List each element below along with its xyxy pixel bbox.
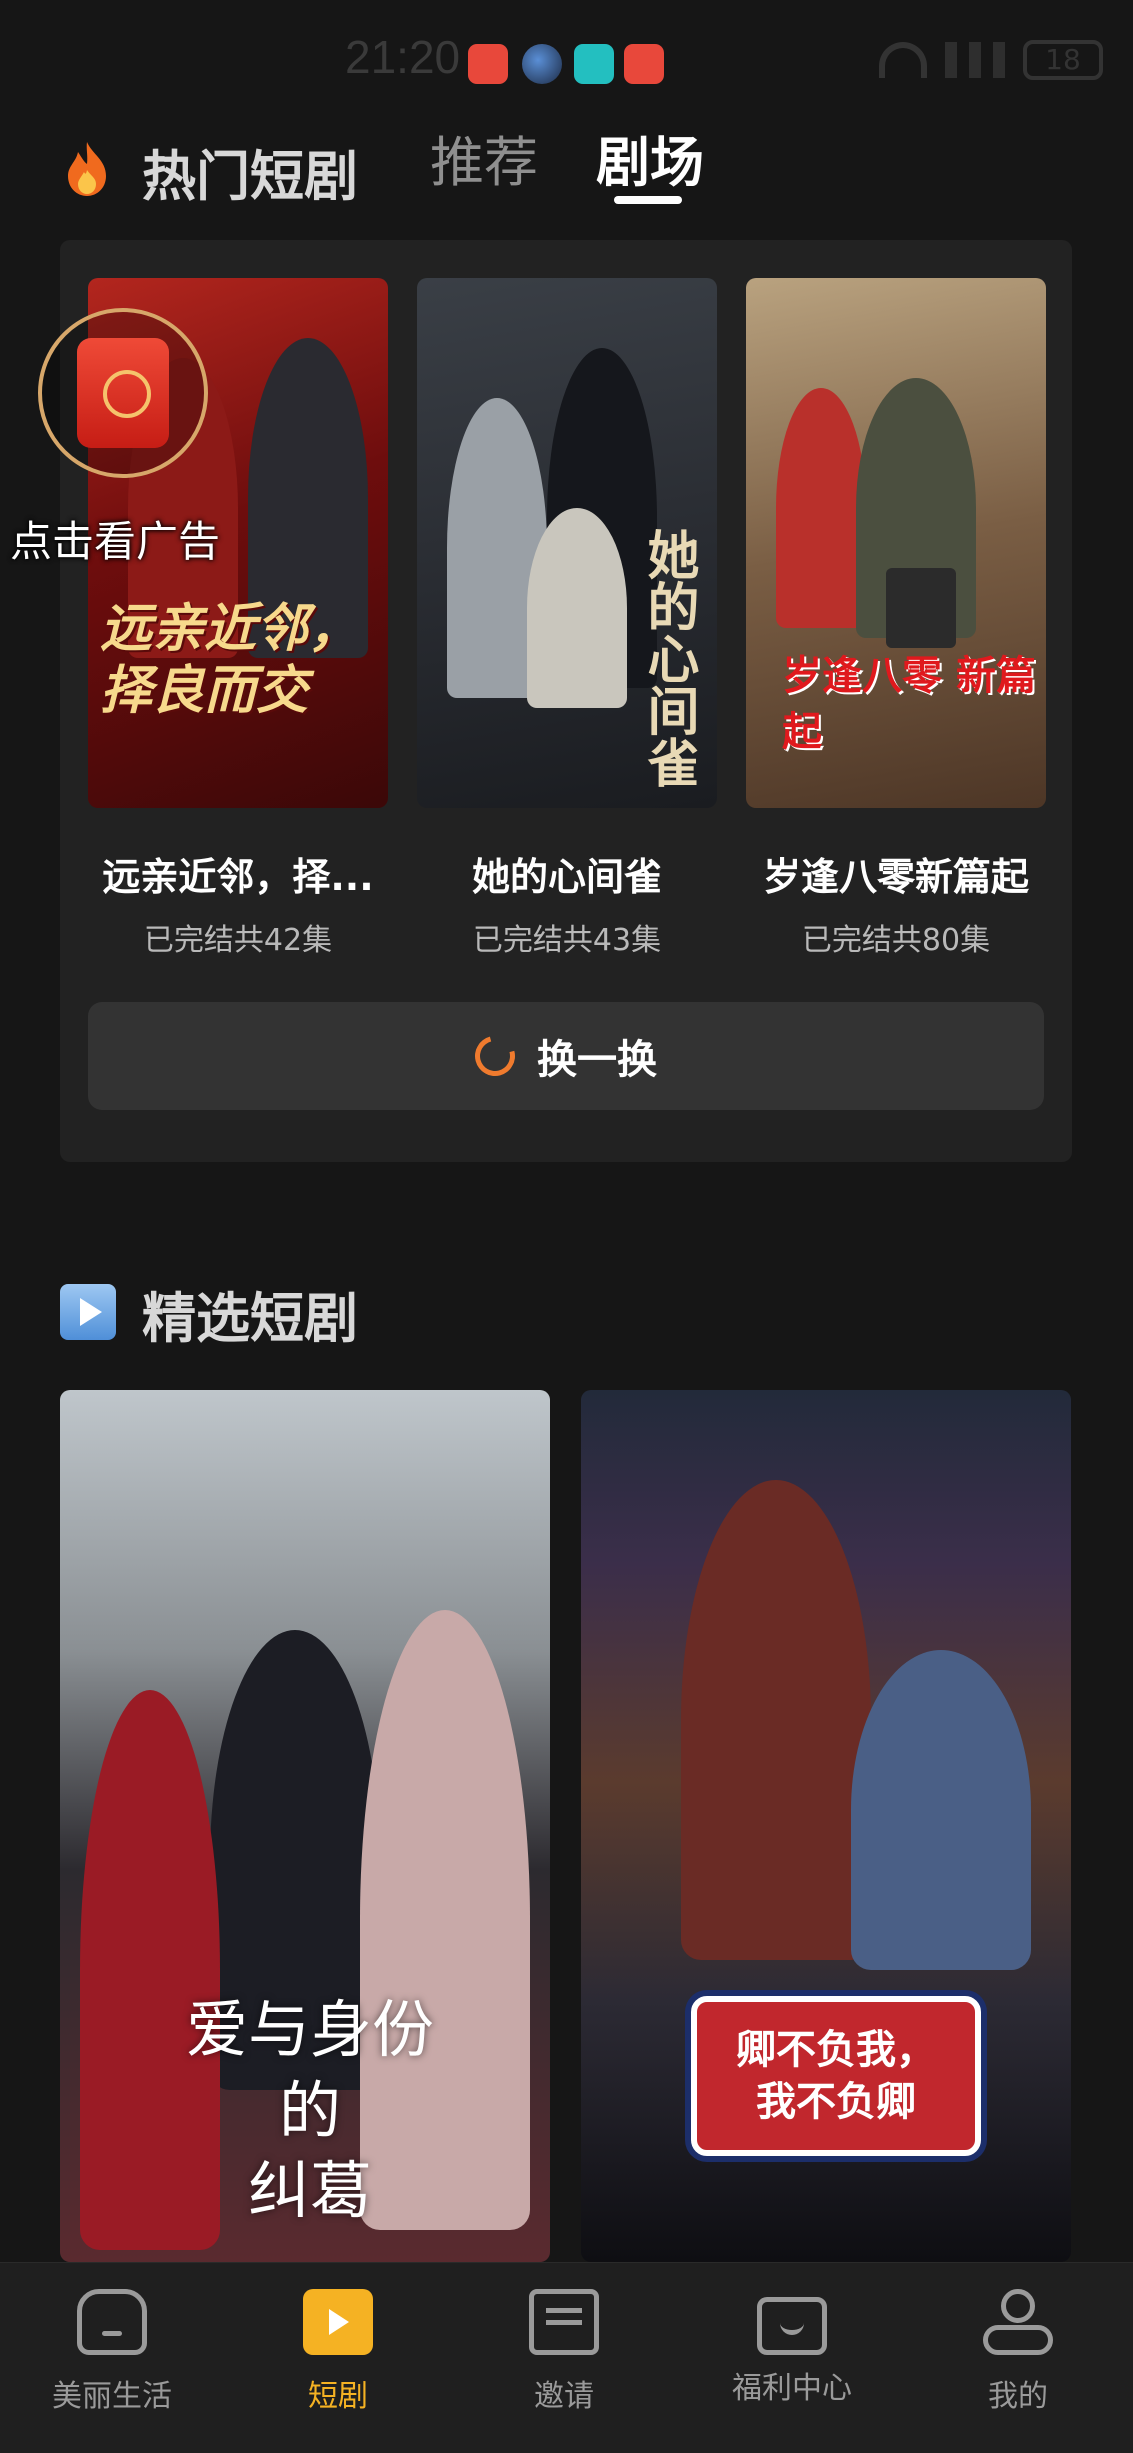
red-envelope-ad-button[interactable]: [38, 308, 208, 478]
poster-figure: [851, 1650, 1031, 1970]
poster-figure: [886, 568, 956, 648]
status-time: 21:20: [345, 31, 461, 83]
drama-title: 岁逢八零新篇起: [762, 855, 1029, 899]
featured-header: 精选短剧: [0, 1270, 1133, 1350]
section-title-hot: 热门短剧: [142, 145, 358, 208]
tab-theater[interactable]: 剧场: [596, 118, 704, 197]
poster-title-badge: 卿不负我， 我不负卿: [691, 1996, 981, 2156]
gift-icon: [757, 2297, 827, 2355]
drama-title: 她的心间雀: [471, 855, 662, 899]
section-title-featured: 精选短剧: [142, 1287, 358, 1350]
play-icon: [60, 1284, 116, 1340]
notification-app-icon: [522, 44, 562, 84]
poster-title-art: 爱与身份 的 纠葛: [120, 1990, 500, 2232]
drama-title: 远亲近邻，择...: [102, 855, 374, 899]
drama-card[interactable]: 岁逢八零 新篇起 岁逢八零新篇起 已完结共80集: [746, 278, 1046, 959]
nav-label: 我的: [988, 2379, 1048, 2414]
nav-item-beautiful-life[interactable]: 美丽生活: [12, 2289, 212, 2415]
drama-episode-status: 已完结共42集: [143, 923, 333, 958]
poster-title-line: 卿不负我，: [736, 2027, 936, 2073]
tab-recommend[interactable]: 推荐: [430, 118, 538, 197]
huawei-app-icon: [624, 44, 664, 84]
hot-drama-panel: 远亲近邻，择良而交 远亲近邻，择... 已完结共42集 她的心间雀 她的心间雀 …: [60, 240, 1072, 1162]
nav-label: 美丽生活: [52, 2379, 172, 2414]
poster-title-art: 岁逢八零 新篇起: [782, 652, 1036, 755]
drama-episode-status: 已完结共80集: [801, 923, 991, 958]
nav-item-welfare-center[interactable]: 福利中心: [692, 2289, 892, 2407]
active-tab-indicator: [614, 196, 682, 204]
featured-drama-card[interactable]: 卿不负我， 我不负卿: [581, 1390, 1071, 2262]
drama-poster[interactable]: 她的心间雀: [417, 278, 717, 808]
poster-figure: [527, 508, 627, 708]
signal-icon: [945, 42, 1005, 78]
refresh-label: 换一换: [537, 1037, 657, 1083]
red-envelope-icon: [77, 338, 169, 448]
drama-poster[interactable]: 岁逢八零 新篇起: [746, 278, 1046, 808]
status-indicators: 18: [879, 40, 1103, 80]
mail-icon: [529, 2289, 599, 2355]
camel-app-icon: [574, 44, 614, 84]
drama-card[interactable]: 她的心间雀 她的心间雀 已完结共43集: [417, 278, 717, 959]
drama-episode-status: 已完结共43集: [472, 923, 662, 958]
fire-icon: [68, 142, 106, 196]
nav-item-mine[interactable]: 我的: [918, 2289, 1118, 2415]
battery-icon: 18: [1023, 40, 1103, 80]
nav-label: 短剧: [308, 2379, 368, 2414]
header: 热门短剧 推荐 剧场: [0, 110, 1133, 220]
poster-title-art: 她的心间雀: [638, 528, 699, 788]
nav-item-invite[interactable]: 邀请: [464, 2289, 664, 2415]
status-bar: 21:20 18: [0, 0, 1133, 120]
poster-title-art: 远亲近邻，择良而交: [100, 598, 361, 722]
poster-title-line: 的: [278, 2073, 341, 2147]
poster-figure: [681, 1480, 871, 1960]
home-icon: [77, 2289, 147, 2355]
poster-title-line: 爱与身份: [185, 1993, 434, 2066]
wifi-icon: [879, 42, 927, 78]
poster-figure: [776, 388, 866, 628]
play-icon: [303, 2289, 373, 2355]
user-icon: [983, 2289, 1053, 2355]
poster-title-line: 我不负卿: [756, 2079, 916, 2125]
nav-label: 邀请: [534, 2379, 594, 2414]
huawei-app-icon: [468, 44, 508, 84]
refresh-icon: [467, 1028, 523, 1084]
watch-ad-label[interactable]: 点击看广告: [10, 508, 220, 569]
refresh-button[interactable]: 换一换: [88, 1002, 1044, 1110]
nav-item-short-drama[interactable]: 短剧: [238, 2289, 438, 2415]
featured-drama-card[interactable]: 爱与身份 的 纠葛: [60, 1390, 550, 2262]
poster-title-line: 纠葛: [247, 2154, 372, 2228]
nav-label: 福利中心: [732, 2371, 852, 2406]
bottom-nav: 美丽生活 短剧 邀请 福利中心 我的: [0, 2262, 1133, 2453]
